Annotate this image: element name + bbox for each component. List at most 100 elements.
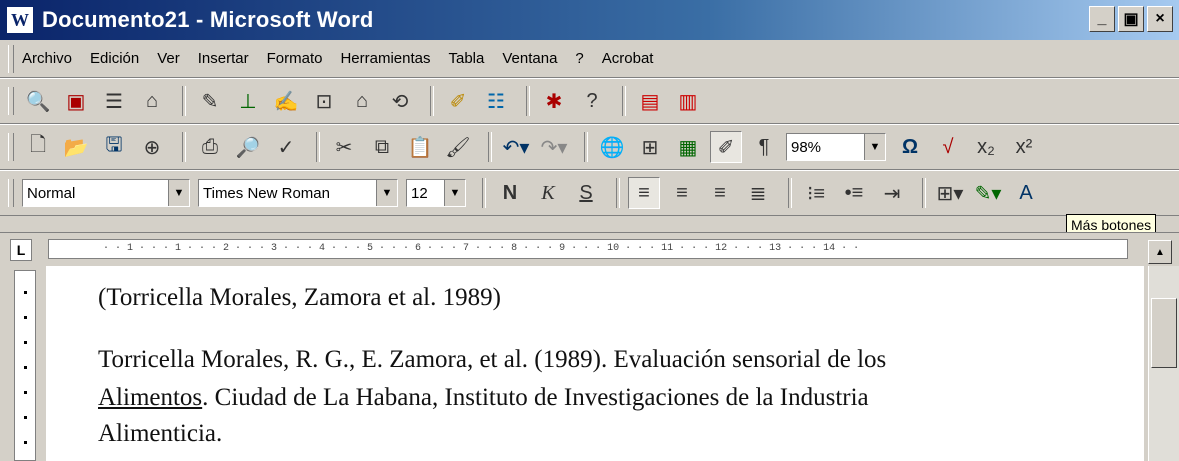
edit-icon[interactable]: ✍ xyxy=(270,85,302,117)
superscript-icon[interactable]: x² xyxy=(1008,131,1040,163)
permission-icon[interactable]: ⊕ xyxy=(136,131,168,163)
print-preview-icon[interactable]: 🔎 xyxy=(232,131,264,163)
word-icon[interactable]: W xyxy=(6,6,34,34)
font-size-combo[interactable]: 12 ▼ xyxy=(406,179,466,207)
window-title: Documento21 - Microsoft Word xyxy=(42,7,374,32)
menu-grip[interactable] xyxy=(8,44,14,73)
undo-icon[interactable]: ↶▾ xyxy=(500,131,532,163)
paste-icon[interactable]: 📋 xyxy=(404,131,436,163)
restore-button[interactable]: ▣ xyxy=(1118,6,1144,32)
chevron-down-icon[interactable]: ▼ xyxy=(376,180,397,206)
toolbar-grip[interactable] xyxy=(8,133,14,161)
menu-formato[interactable]: Formato xyxy=(267,50,323,67)
toolbar-separator xyxy=(482,178,486,208)
underline-button[interactable]: S xyxy=(570,177,602,209)
symbol-icon[interactable]: Ω xyxy=(894,131,926,163)
ruler-tick xyxy=(24,441,27,444)
vertical-scrollbar[interactable] xyxy=(1148,266,1179,461)
reviewing-toolbar: 🔍 ▣ ☰ ⌂ ✎ ⊥ ✍ ⊡ ⌂ ⟲ ✐ ☷ ✱ ? ▤ ▥ xyxy=(0,78,1179,124)
tab-selector[interactable]: L xyxy=(10,239,32,261)
pen-icon[interactable]: ✎ xyxy=(194,85,226,117)
redo-icon[interactable]: ↷▾ xyxy=(538,131,570,163)
chevron-down-icon[interactable]: ▼ xyxy=(444,180,465,206)
numbering-icon[interactable]: ⁝≡ xyxy=(800,177,832,209)
ruler-tick xyxy=(24,416,27,419)
menu-archivo[interactable]: Archivo xyxy=(22,50,72,67)
track-icon[interactable]: ✱ xyxy=(538,85,570,117)
window-controls: _ ▣ × xyxy=(1089,6,1173,32)
insert-icon[interactable]: ⊥ xyxy=(232,85,264,117)
scrollbar-thumb[interactable] xyxy=(1151,298,1177,368)
menu-ver[interactable]: Ver xyxy=(157,50,180,67)
shapes-icon[interactable]: ⌂ xyxy=(136,85,168,117)
menu-edicion[interactable]: Edición xyxy=(90,50,139,67)
close-button[interactable]: × xyxy=(1147,6,1173,32)
menu-herramientas[interactable]: Herramientas xyxy=(340,50,430,67)
columns-icon[interactable]: ☷ xyxy=(480,85,512,117)
minimize-button[interactable]: _ xyxy=(1089,6,1115,32)
equation-icon[interactable]: √ xyxy=(932,131,964,163)
font-color-icon[interactable]: A xyxy=(1010,177,1042,209)
menu-acrobat[interactable]: Acrobat xyxy=(602,50,654,67)
align-left-icon[interactable]: ≡ xyxy=(628,177,660,209)
menu-insertar[interactable]: Insertar xyxy=(198,50,249,67)
zoom-combo[interactable]: 98% ▼ xyxy=(786,133,886,161)
copy-icon[interactable]: ⧉ xyxy=(366,131,398,163)
highlight-icon[interactable]: ✐ xyxy=(442,85,474,117)
print-icon[interactable]: ⎙ xyxy=(194,131,226,163)
table-icon[interactable]: ⊞ xyxy=(634,131,666,163)
chevron-down-icon[interactable]: ▼ xyxy=(168,180,189,206)
scroll-up-icon[interactable]: ▲ xyxy=(1148,240,1172,264)
pdf-icon[interactable]: ▤ xyxy=(634,85,666,117)
save-icon[interactable]: 🖫 xyxy=(98,131,130,163)
font-combo[interactable]: Times New Roman ▼ xyxy=(198,179,398,207)
italic-button[interactable]: K xyxy=(532,177,564,209)
chevron-down-icon[interactable]: ▼ xyxy=(864,134,885,160)
pdf-mail-icon[interactable]: ▥ xyxy=(672,85,704,117)
style-combo[interactable]: Normal ▼ xyxy=(22,179,190,207)
document-page[interactable]: (Torricella Morales, Zamora et al. 1989)… xyxy=(46,266,1144,461)
drawing-icon[interactable]: ✐ xyxy=(710,131,742,163)
vertical-ruler[interactable] xyxy=(14,270,36,461)
align-center-icon[interactable]: ≡ xyxy=(666,177,698,209)
title-bar: W Documento21 - Microsoft Word _ ▣ × xyxy=(0,0,1179,40)
accept-icon[interactable]: ⌂ xyxy=(346,85,378,117)
help-icon[interactable]: ? xyxy=(576,85,608,117)
border-icon[interactable]: ⊞▾ xyxy=(934,177,966,209)
list-icon[interactable]: ☰ xyxy=(98,85,130,117)
excel-icon[interactable]: ▦ xyxy=(672,131,704,163)
menu-tabla[interactable]: Tabla xyxy=(449,50,485,67)
bullets-icon[interactable]: •≡ xyxy=(838,177,870,209)
menu-ventana[interactable]: Ventana xyxy=(502,50,557,67)
reject-icon[interactable]: ⟲ xyxy=(384,85,416,117)
reference-line-2: Alimentos. Ciudad de La Habana, Institut… xyxy=(98,384,869,412)
font-value: Times New Roman xyxy=(203,184,330,202)
menu-help[interactable]: ? xyxy=(575,50,583,67)
justify-icon[interactable]: ≣ xyxy=(742,177,774,209)
open-folder-icon[interactable]: 📂 xyxy=(60,131,92,163)
toolbar-grip[interactable] xyxy=(8,87,14,115)
menu-bar: Archivo Edición Ver Insertar Formato Her… xyxy=(0,40,1179,78)
toolbar-separator xyxy=(622,86,626,116)
toolbar-grip[interactable] xyxy=(8,179,14,207)
indent-icon[interactable]: ⇥ xyxy=(876,177,908,209)
picture-icon[interactable]: ▣ xyxy=(60,85,92,117)
bold-button[interactable]: N xyxy=(494,177,526,209)
show-hide-icon[interactable]: ¶ xyxy=(748,131,780,163)
align-right-icon[interactable]: ≡ xyxy=(704,177,736,209)
ruler-tick xyxy=(24,291,27,294)
highlight-color-icon[interactable]: ✎▾ xyxy=(972,177,1004,209)
subscript-icon[interactable]: x₂ xyxy=(970,131,1002,163)
hyperlink-icon[interactable]: 🌐 xyxy=(596,131,628,163)
spelling-icon[interactable]: ✓ xyxy=(270,131,302,163)
formatting-toolbar: Normal ▼ Times New Roman ▼ 12 ▼ N K S ≡ … xyxy=(0,170,1179,216)
ruler-tick xyxy=(24,391,27,394)
cut-icon[interactable]: ✂ xyxy=(328,131,360,163)
horizontal-ruler[interactable]: · · 1 · · · 1 · · · 2 · · · 3 · · · 4 · … xyxy=(48,239,1128,259)
find-icon[interactable]: 🔍 xyxy=(22,85,54,117)
format-painter-icon[interactable]: 🖌 xyxy=(442,131,474,163)
comment-icon[interactable]: ⊡ xyxy=(308,85,340,117)
ruler-tick xyxy=(24,341,27,344)
citation-line: (Torricella Morales, Zamora et al. 1989) xyxy=(98,284,501,311)
new-document-icon[interactable]: 🗋 xyxy=(22,131,54,163)
